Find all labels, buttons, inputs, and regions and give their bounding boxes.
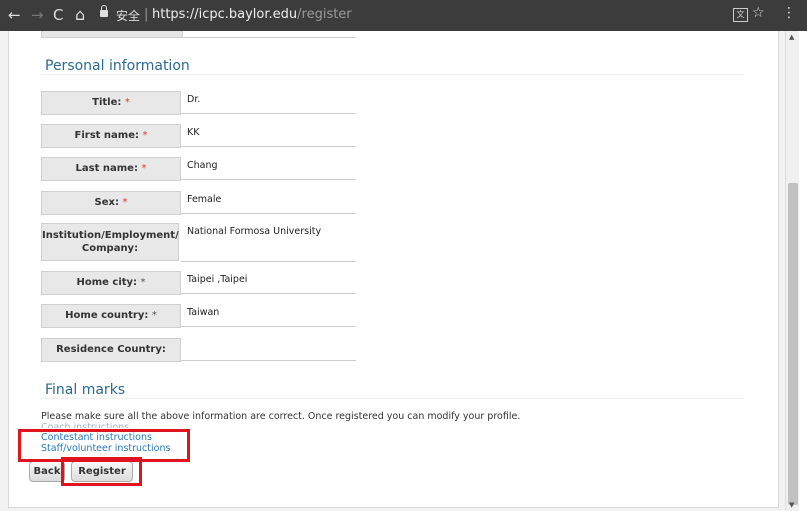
field-label: Home country: * [41,304,181,328]
previous-field-label [41,31,183,38]
field-label: Home city: * [41,271,181,295]
form-row-home-city: Home city: * Taipei ,Taipei [41,271,357,295]
form-row-title: Title: * Dr. [41,91,357,115]
field-label: Last name: * [41,157,181,181]
scroll-up-arrow-icon[interactable]: ▲ [789,33,794,41]
final-marks-heading: Final marks [45,382,126,398]
lock-icon [100,5,108,17]
scrollbar-thumb[interactable] [788,183,798,505]
reload-icon[interactable]: C [53,5,63,25]
section-divider [41,398,744,399]
home-country-select[interactable]: Taiwan [181,304,356,327]
sex-select[interactable]: Female [181,191,356,214]
forward-arrow-icon[interactable]: → [31,5,44,25]
required-marker: * [122,197,128,208]
url-separator: | [144,7,149,22]
confirmation-note: Please make sure all the above informati… [41,411,521,422]
field-label: Institution/Employment/ Company: [41,223,179,261]
personal-information-heading: Personal information [45,58,190,74]
field-label: Residence Country: [41,338,181,362]
form-row-first-name: First name: * KK [41,124,357,148]
institution-input[interactable]: National Formosa University [181,223,356,262]
first-name-input[interactable]: KK [181,124,356,147]
coach-instructions-link[interactable]: Coach instructions [41,422,129,428]
required-marker: * [151,310,157,321]
translate-icon[interactable]: 文 [733,8,748,22]
form-row-residence-country: Residence Country: [41,338,357,362]
back-button[interactable]: Back [29,461,65,482]
scroll-down-arrow-icon[interactable]: ▼ [789,501,794,509]
field-label: First name: * [41,124,181,148]
browser-toolbar: ← → C ⌂ 安全 | https://icpc.baylor.edu/reg… [0,0,807,31]
title-input[interactable]: Dr. [181,91,356,114]
field-label: Title: * [41,91,181,115]
field-label: Sex: * [41,191,181,215]
window-edge [799,31,807,511]
back-arrow-icon[interactable]: ← [8,5,21,25]
url-path: /register [297,7,352,22]
required-marker: * [140,277,146,288]
form-row-last-name: Last name: * Chang [41,157,357,181]
section-divider [41,74,744,75]
residence-country-select[interactable] [181,338,356,361]
form-row-home-country: Home country: * Taiwan [41,304,357,328]
previous-field-value [181,31,356,38]
home-city-input[interactable]: Taipei ,Taipei [181,271,356,294]
last-name-input[interactable]: Chang [181,157,356,180]
form-row-institution: Institution/Employment/ Company: Nationa… [41,223,357,263]
form-row-sex: Sex: * Female [41,191,357,215]
url-host: https://icpc.baylor.edu [152,7,298,22]
required-marker: * [142,130,148,141]
address-bar[interactable]: https://icpc.baylor.edu/register [152,7,352,22]
bookmark-star-icon[interactable]: ☆ [752,5,765,21]
secure-label: 安全 [116,9,141,23]
home-icon[interactable]: ⌂ [75,5,85,25]
vertical-scrollbar[interactable]: ▲ ▼ [785,31,800,511]
required-marker: * [124,97,130,108]
required-marker: * [141,163,147,174]
register-highlight-box [61,457,142,486]
menu-icon[interactable]: ⋮ [782,5,796,21]
